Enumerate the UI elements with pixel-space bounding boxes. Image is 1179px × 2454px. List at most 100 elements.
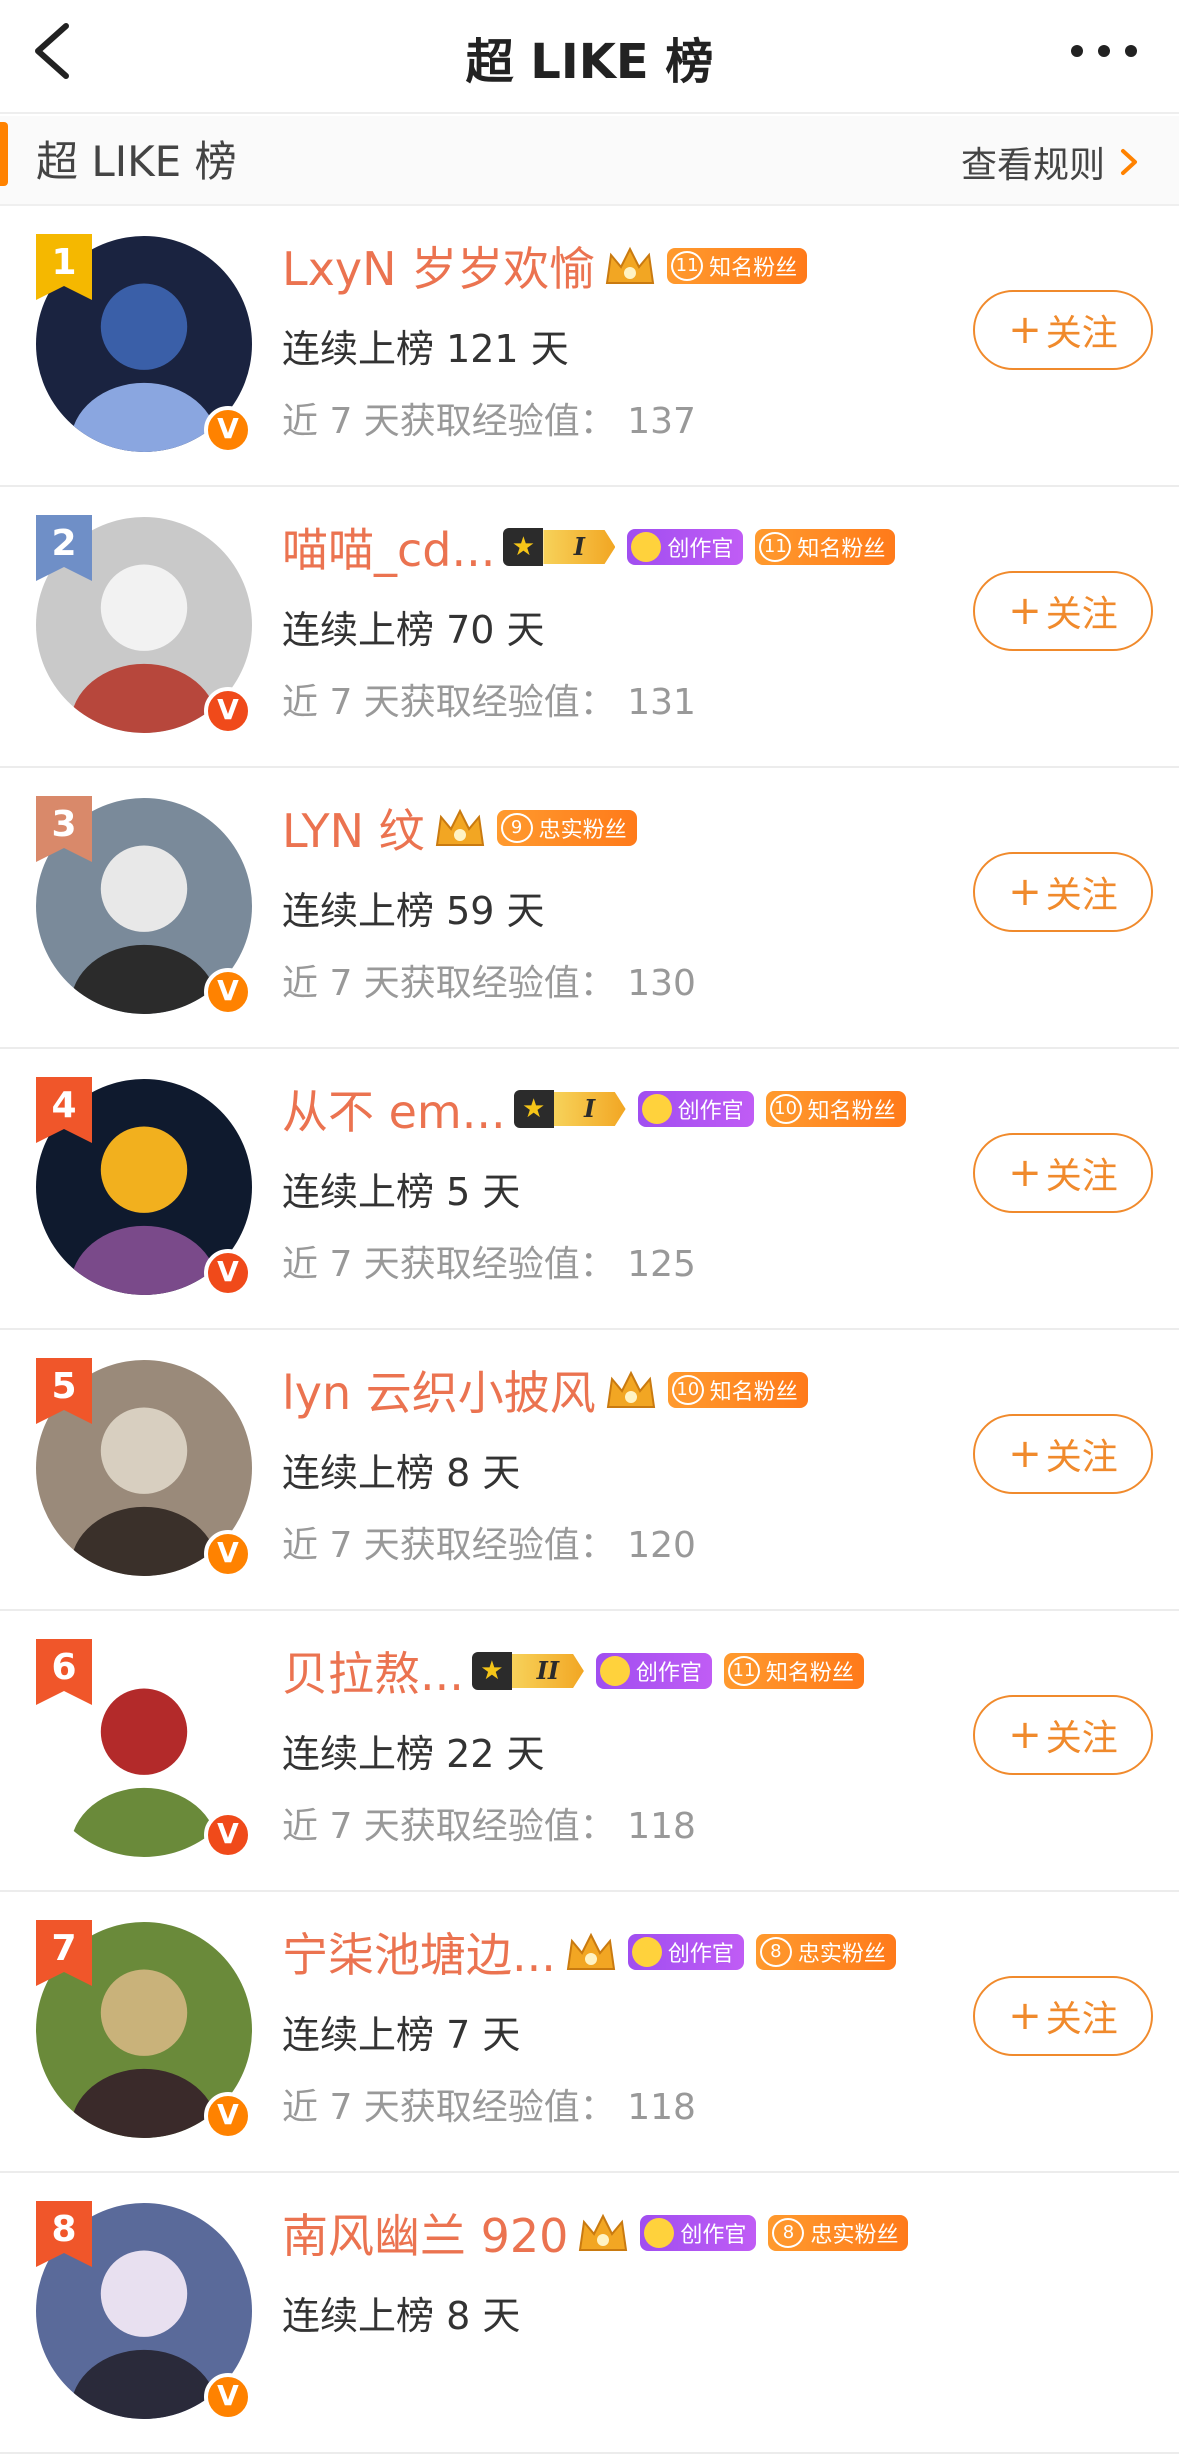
exp-text: 近 7 天获取经验值： 118: [282, 1806, 696, 1847]
ranking-row[interactable]: 5 Vlyn 云织小披风 10 知名粉丝 连续上榜 8 天近 7 天获取经验值： 120…: [0, 1330, 1179, 1611]
follow-button[interactable]: + 关注: [973, 1133, 1153, 1213]
follow-label: 关注: [1045, 313, 1118, 354]
creator-label: 创作官: [635, 1661, 702, 1686]
exp-text: 近 7 天获取经验值： 131: [282, 682, 696, 723]
streak-text: 连续上榜 7 天: [282, 2013, 521, 2057]
fan-label: 知名粉丝: [709, 256, 798, 281]
verified-icon: V: [204, 1811, 252, 1859]
follow-button[interactable]: + 关注: [973, 1976, 1153, 2056]
fan-label: 忠实粉丝: [797, 1942, 886, 1967]
streak-text: 连续上榜 121 天: [282, 327, 569, 371]
fan-level: 11: [671, 251, 704, 281]
star-icon: ★: [503, 528, 544, 566]
user-name[interactable]: 贝拉熬...: [282, 1638, 464, 1704]
plus-icon: +: [1008, 1431, 1042, 1477]
user-name[interactable]: 从不 em...: [282, 1076, 506, 1142]
rank-badge: 1: [36, 234, 92, 300]
follow-button[interactable]: + 关注: [973, 1695, 1153, 1775]
verified-icon: V: [204, 1249, 252, 1297]
fan-label: 知名粉丝: [797, 537, 886, 562]
fan-badge: 8 忠实粉丝: [755, 1934, 896, 1970]
follow-button[interactable]: + 关注: [973, 852, 1153, 932]
creator-label: 创作官: [677, 1099, 744, 1124]
ranking-row[interactable]: 1 V LxyN 岁岁欢愉 11 知名粉丝 连续上榜 121 天近 7 天获取经验值： 1…: [0, 206, 1179, 487]
creator-icon: [631, 1937, 662, 1967]
fan-badge: 9 忠实粉丝: [496, 810, 637, 846]
fan-level: 11: [727, 1656, 760, 1686]
fan-level: 8: [772, 2218, 805, 2248]
level-badge: ★ I: [503, 528, 616, 566]
creator-label: 创作官: [667, 1942, 734, 1967]
star-icon: ★: [471, 1652, 512, 1690]
crown-icon: [605, 246, 655, 284]
ranking-row[interactable]: 7 V 宁柒池塘边... 创作官 8 忠实粉丝 连续上榜 7 天近 7 天获取经验值： 11…: [0, 1892, 1179, 2173]
user-name[interactable]: LYN 纹: [282, 795, 425, 861]
ranking-row[interactable]: 3 V LYN 纹 9 忠实粉丝连续上榜 59 天近 7 天获取经验值： 130 + 关注: [0, 768, 1179, 1049]
exp-text: 近 7 天获取经验值： 130: [282, 963, 696, 1004]
plus-icon: +: [1008, 307, 1042, 353]
creator-icon: [641, 1094, 672, 1124]
user-name[interactable]: LxyN 岁岁欢愉: [282, 233, 595, 299]
fan-badge: 10 知名粉丝: [667, 1372, 808, 1408]
name-line: 从不 em... ★ I 创作官 10 知名粉丝: [282, 1079, 918, 1139]
creator-badge: 创作官: [627, 529, 744, 565]
user-name[interactable]: lyn 云织小披风: [282, 1357, 596, 1423]
view-rules-link[interactable]: 查看规则: [961, 136, 1141, 188]
verified-icon: V: [204, 1530, 252, 1578]
follow-label: 关注: [1045, 1999, 1118, 2040]
fan-label: 忠实粉丝: [538, 818, 627, 843]
creator-badge: 创作官: [640, 2215, 757, 2251]
ranking-row[interactable]: 6 V 贝拉熬... ★ II 创作官 11 知名粉丝 连续上榜 22 天近 7 天获取经验值：…: [0, 1611, 1179, 1892]
creator-icon: [644, 2218, 675, 2248]
level-numeral: I: [543, 530, 616, 564]
view-rules-label: 查看规则: [960, 145, 1105, 186]
follow-label: 关注: [1045, 1156, 1118, 1197]
fan-badge: 11 知名粉丝: [755, 529, 896, 565]
fan-level: 10: [671, 1375, 704, 1405]
user-name[interactable]: 宁柒池塘边...: [282, 1919, 556, 1985]
crown-icon: [435, 808, 484, 846]
verified-icon: V: [204, 687, 252, 735]
fan-level: 10: [769, 1094, 802, 1124]
rank-number: 7: [51, 1928, 77, 1969]
follow-label: 关注: [1045, 875, 1118, 916]
ranking-row[interactable]: 8 V 南风幽兰 920 创作官 8 忠实粉丝 连续上榜 8 天: [0, 2173, 1179, 2454]
rank-number: 2: [51, 523, 77, 564]
fan-badge: 11 知名粉丝: [723, 1653, 864, 1689]
plus-icon: +: [1008, 1993, 1042, 2039]
fan-level: 9: [500, 813, 533, 843]
crown-icon: [579, 2213, 628, 2251]
streak-text: 连续上榜 8 天: [282, 2294, 521, 2338]
rank-number: 8: [51, 2209, 77, 2250]
page-title: 超 LIKE 榜: [465, 34, 714, 90]
follow-button[interactable]: + 关注: [973, 290, 1153, 370]
fan-badge: 10 知名粉丝: [765, 1091, 906, 1127]
follow-button[interactable]: + 关注: [973, 1414, 1153, 1494]
ranking-row[interactable]: 2 V 喵喵_cd... ★ I 创作官 11 知名粉丝 连续上榜 70 天近 7 天获取经验值…: [0, 487, 1179, 768]
user-name[interactable]: 喵喵_cd...: [282, 514, 495, 580]
fan-label: 忠实粉丝: [810, 2223, 899, 2248]
fan-label: 知名粉丝: [709, 1380, 798, 1405]
more-options-icon[interactable]: [1069, 34, 1139, 68]
creator-badge: 创作官: [595, 1653, 712, 1689]
verified-icon: V: [204, 968, 252, 1016]
nav-bar: 超 LIKE 榜: [0, 0, 1179, 114]
streak-text: 连续上榜 59 天: [282, 889, 545, 933]
exp-text: 近 7 天获取经验值： 137: [282, 401, 696, 442]
name-line: 喵喵_cd... ★ I 创作官 11 知名粉丝: [282, 517, 907, 577]
crown-icon: [606, 1370, 655, 1408]
ranking-row[interactable]: 4 V 从不 em... ★ I 创作官 10 知名粉丝 连续上榜 5 天近 7 天获取经验值：…: [0, 1049, 1179, 1330]
level-numeral: II: [511, 1654, 584, 1688]
level-badge: ★ I: [513, 1090, 626, 1128]
name-line: LYN 纹 9 忠实粉丝: [282, 798, 649, 858]
plus-icon: +: [1008, 1150, 1042, 1196]
rank-badge: 5: [36, 1358, 92, 1424]
follow-button[interactable]: + 关注: [973, 571, 1153, 651]
creator-badge: 创作官: [637, 1091, 754, 1127]
rank-number: 6: [51, 1647, 77, 1688]
plus-icon: +: [1008, 1712, 1042, 1758]
rank-badge: 3: [36, 796, 92, 862]
rank-number: 5: [51, 1366, 77, 1407]
user-name[interactable]: 南风幽兰 920: [282, 2200, 568, 2266]
verified-icon: V: [204, 2092, 252, 2140]
